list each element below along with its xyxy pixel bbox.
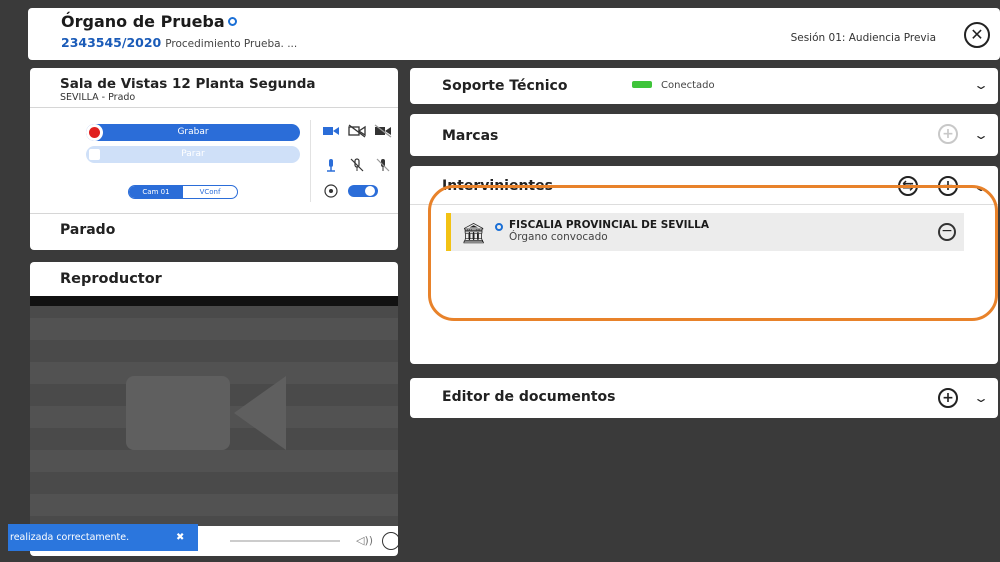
participant-row[interactable]: 🏛 FISCALIA PROVINCIAL DE SEVILLA Órgano … [446, 213, 964, 251]
add-intervener-button[interactable]: + [938, 176, 958, 196]
toast-close-button[interactable]: ✖ [176, 524, 184, 551]
video-player[interactable] [30, 296, 398, 532]
toast-message: realizada correctamente. [10, 532, 130, 543]
video-muted-icon[interactable] [374, 124, 392, 138]
seek-slider[interactable] [230, 540, 340, 542]
microphone-muted-icon[interactable] [374, 158, 392, 172]
divider [30, 213, 398, 214]
remove-participant-button[interactable]: − [938, 223, 956, 241]
support-title: Soporte Técnico [442, 78, 568, 94]
record-button[interactable]: Grabar [86, 124, 300, 141]
vconf-option[interactable]: VConf [183, 186, 237, 198]
microphone-off-icon[interactable] [348, 158, 366, 172]
player-header: Reproductor [30, 262, 398, 296]
video-camera-icon[interactable] [322, 124, 340, 138]
connection-label: Conectado [661, 80, 715, 91]
info-dot-icon[interactable] [227, 17, 237, 26]
stop-icon [89, 149, 100, 160]
player-title: Reproductor [60, 271, 162, 287]
marks-section[interactable]: Marcas + ⌄ [410, 114, 998, 156]
stop-button[interactable]: Parar [86, 146, 300, 163]
record-label: Grabar [177, 127, 209, 137]
chevron-down-icon[interactable]: ⌄ [973, 78, 989, 92]
room-location: SEVILLA - Prado [60, 92, 136, 103]
document-editor-section[interactable]: Editor de documentos + ⌄ [410, 378, 998, 418]
editor-title: Editor de documentos [442, 389, 616, 405]
video-controls [322, 124, 392, 138]
participant-role: Órgano convocado [509, 231, 608, 243]
player-strip [30, 296, 398, 306]
participant-name: FISCALIA PROVINCIAL DE SEVILLA [509, 219, 710, 231]
swap-button[interactable]: ⇆ [898, 176, 918, 196]
cam01-option[interactable]: Cam 01 [129, 186, 183, 198]
stop-label: Parar [181, 149, 205, 159]
divider [30, 107, 398, 108]
case-description: Procedimiento Prueba. ... [165, 38, 298, 50]
session-label: Sesión 01: Audiencia Previa [790, 32, 936, 44]
info-dot-icon[interactable] [495, 223, 503, 231]
chevron-down-icon[interactable]: ⌄ [973, 391, 989, 405]
volume-icon[interactable]: ◁)) [356, 534, 373, 547]
microphone-icon[interactable] [322, 158, 340, 172]
camera-source-toggle[interactable]: Cam 01 VConf [128, 185, 238, 199]
institution-icon: 🏛 [461, 221, 487, 245]
stream-toggle-switch[interactable] [348, 184, 378, 198]
add-document-button[interactable]: + [938, 388, 958, 408]
recording-status: Parado [60, 222, 116, 238]
status-led-icon [632, 81, 652, 88]
marks-title: Marcas [442, 128, 499, 144]
chevron-down-icon[interactable]: ⌄ [973, 180, 989, 194]
record-icon [86, 124, 103, 141]
connection-status: Conectado [632, 80, 715, 91]
support-section[interactable]: Soporte Técnico Conectado ⌄ [410, 68, 998, 104]
add-mark-button[interactable]: + [938, 124, 958, 144]
video-off-icon[interactable] [348, 124, 366, 138]
close-button[interactable]: ✕ [964, 22, 990, 48]
video-placeholder-icon [126, 376, 286, 450]
divider [410, 204, 998, 205]
divider [310, 120, 311, 202]
broadcast-icon[interactable] [322, 184, 340, 198]
interveners-section: Intervinientes ⇆ + ⌄ 🏛 FISCALIA PROVINCI… [410, 166, 998, 364]
room-name: Sala de Vistas 12 Planta Segunda [60, 76, 316, 92]
audio-controls [322, 158, 392, 172]
header-bar: Órgano de Prueba 2343545/2020 Procedimien… [28, 8, 1000, 60]
notification-toast: realizada correctamente. ✖ [8, 524, 198, 551]
interveners-title: Intervinientes [442, 178, 553, 194]
org-name: Órgano de Prueba [61, 12, 225, 31]
fullscreen-icon[interactable] [382, 532, 400, 550]
chevron-down-icon[interactable]: ⌄ [973, 128, 989, 142]
case-number: 2343545/2020 [61, 35, 162, 50]
stream-controls [322, 184, 378, 198]
case-line: 2343545/2020 Procedimiento Prueba. ... [61, 35, 297, 50]
room-panel: Sala de Vistas 12 Planta Segunda SEVILLA… [30, 68, 398, 250]
org-title: Órgano de Prueba [61, 12, 237, 31]
